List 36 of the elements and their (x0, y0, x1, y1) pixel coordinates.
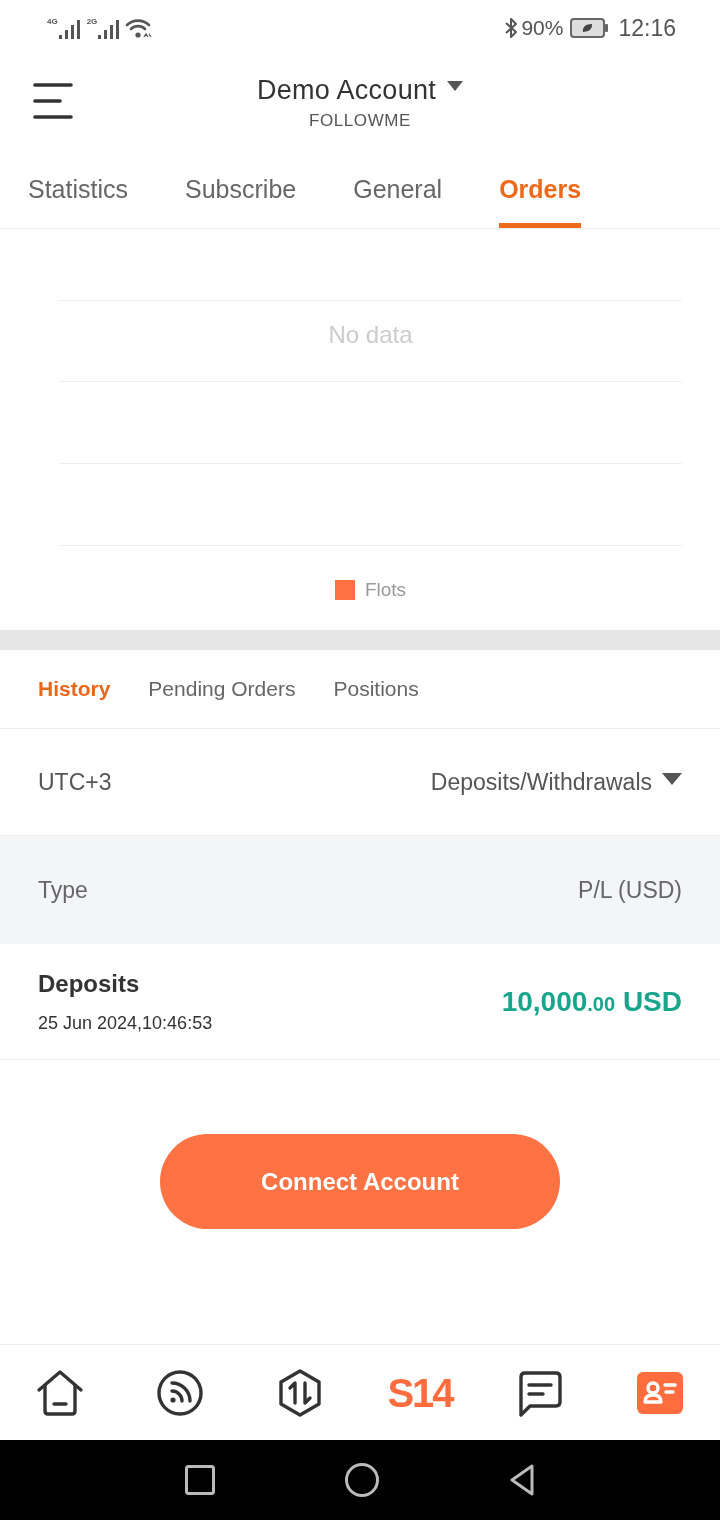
wifi-icon (125, 17, 153, 39)
network-type-text: 4G (47, 17, 58, 26)
chat-icon[interactable] (516, 1368, 564, 1417)
back-icon[interactable] (509, 1464, 535, 1496)
order-tab[interactable]: Positions (333, 676, 419, 702)
tab[interactable]: Orders (499, 160, 582, 228)
column-header: Type (38, 876, 88, 904)
signal-icon (98, 19, 120, 39)
amount-text: 10,000.00 USD (501, 985, 682, 1018)
transaction-type-text: Deposits (38, 969, 141, 998)
menu-icon[interactable] (33, 83, 73, 119)
caret-icon (447, 81, 464, 91)
transaction-time-text: 25 Jun 2024,10:46:53 (38, 1011, 213, 1034)
clock-text: 12:16 (618, 14, 676, 42)
caret-icon (662, 773, 682, 785)
legend-label: Flots (364, 579, 407, 601)
order-tab[interactable]: Pending Orders (148, 676, 296, 702)
order-tab[interactable]: History (38, 676, 111, 702)
bluetooth-icon (504, 17, 519, 39)
type-filter-dropdown[interactable]: Deposits/Withdrawals (430, 768, 682, 796)
tab[interactable]: General (353, 160, 443, 228)
tab[interactable]: Subscribe (185, 160, 297, 228)
battery-icon (570, 18, 610, 38)
hexagon-arrows-icon[interactable] (276, 1368, 324, 1417)
recent-apps-icon[interactable] (185, 1465, 215, 1495)
battery-percent-text: 90% (521, 16, 564, 40)
network-type-text: 2G (86, 17, 98, 26)
column-header: P/L (USD) (578, 876, 682, 904)
account-subtitle: FOLLOWME (308, 111, 412, 131)
timezone-text: UTC+3 (38, 768, 112, 796)
home-circle-icon[interactable] (345, 1463, 379, 1497)
feed-icon[interactable] (156, 1368, 204, 1417)
home-icon[interactable] (36, 1368, 84, 1417)
tab[interactable]: Statistics (28, 160, 129, 228)
signal-icon (58, 19, 80, 39)
account-switcher[interactable]: Demo Account (256, 74, 464, 106)
